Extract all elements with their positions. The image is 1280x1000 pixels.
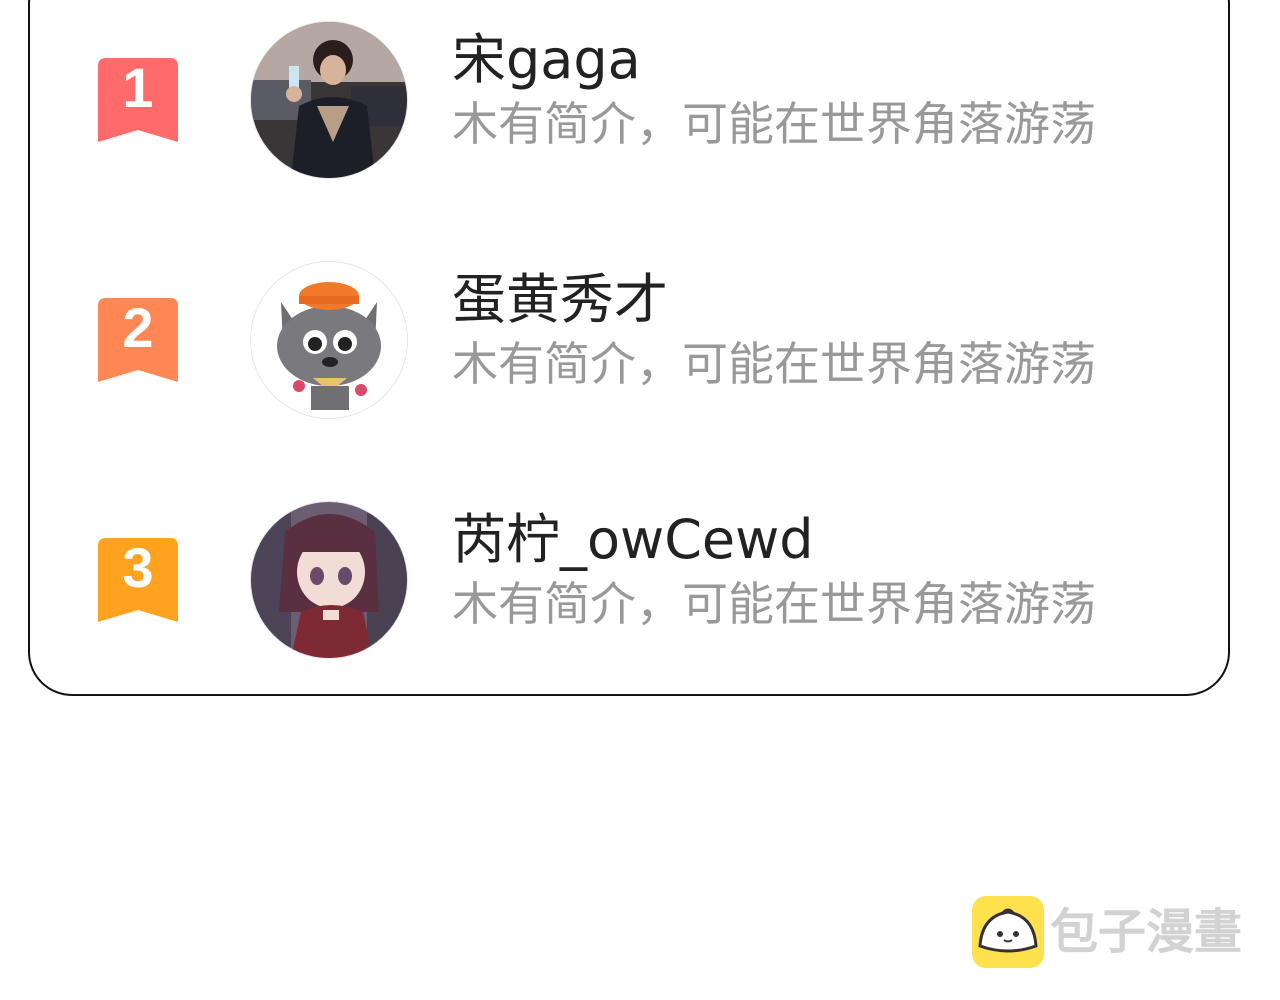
user-bio: 木有简介，可能在世界角落游荡 [452, 577, 1096, 631]
user-bio: 木有简介，可能在世界角落游荡 [452, 337, 1096, 391]
rank-badge: 2 [98, 298, 178, 382]
rank-badge: 1 [98, 58, 178, 142]
avatar[interactable] [251, 262, 407, 418]
watermark: 包子漫畫 [972, 896, 1262, 968]
avatar[interactable] [251, 502, 407, 658]
anime-girl-avatar-icon [251, 502, 407, 658]
rank-number: 2 [122, 296, 154, 359]
user-bio: 木有简介，可能在世界角落游荡 [452, 97, 1096, 151]
grey-wolf-cartoon-avatar-icon [251, 262, 407, 418]
ranking-row[interactable]: 1 宋gaga 木有简介，可能在世界角落游荡 [0, 20, 1280, 180]
rank-number: 1 [122, 56, 154, 119]
steamed-bun-icon [972, 896, 1044, 968]
user-name[interactable]: 宋gaga [452, 30, 641, 90]
rank-number: 3 [122, 536, 154, 599]
rank-badge: 3 [98, 538, 178, 622]
watermark-text: 包子漫畫 [1050, 904, 1243, 960]
ranking-row[interactable]: 2 蛋黄秀才 木有简介，可能在世界角落游荡 [0, 260, 1280, 420]
ranking-page: 1 宋gaga 木有简介，可能在世界角落游荡 2 蛋黄秀才 木有简介，可能在世界… [0, 0, 1280, 1000]
user-name[interactable]: 蛋黄秀才 [452, 270, 668, 330]
person-photo-avatar-icon [251, 22, 407, 178]
user-name[interactable]: 芮柠_owCewd [452, 510, 814, 570]
avatar[interactable] [251, 22, 407, 178]
ranking-row[interactable]: 3 芮柠_owCewd 木有简介，可能在世界角落游荡 [0, 500, 1280, 660]
